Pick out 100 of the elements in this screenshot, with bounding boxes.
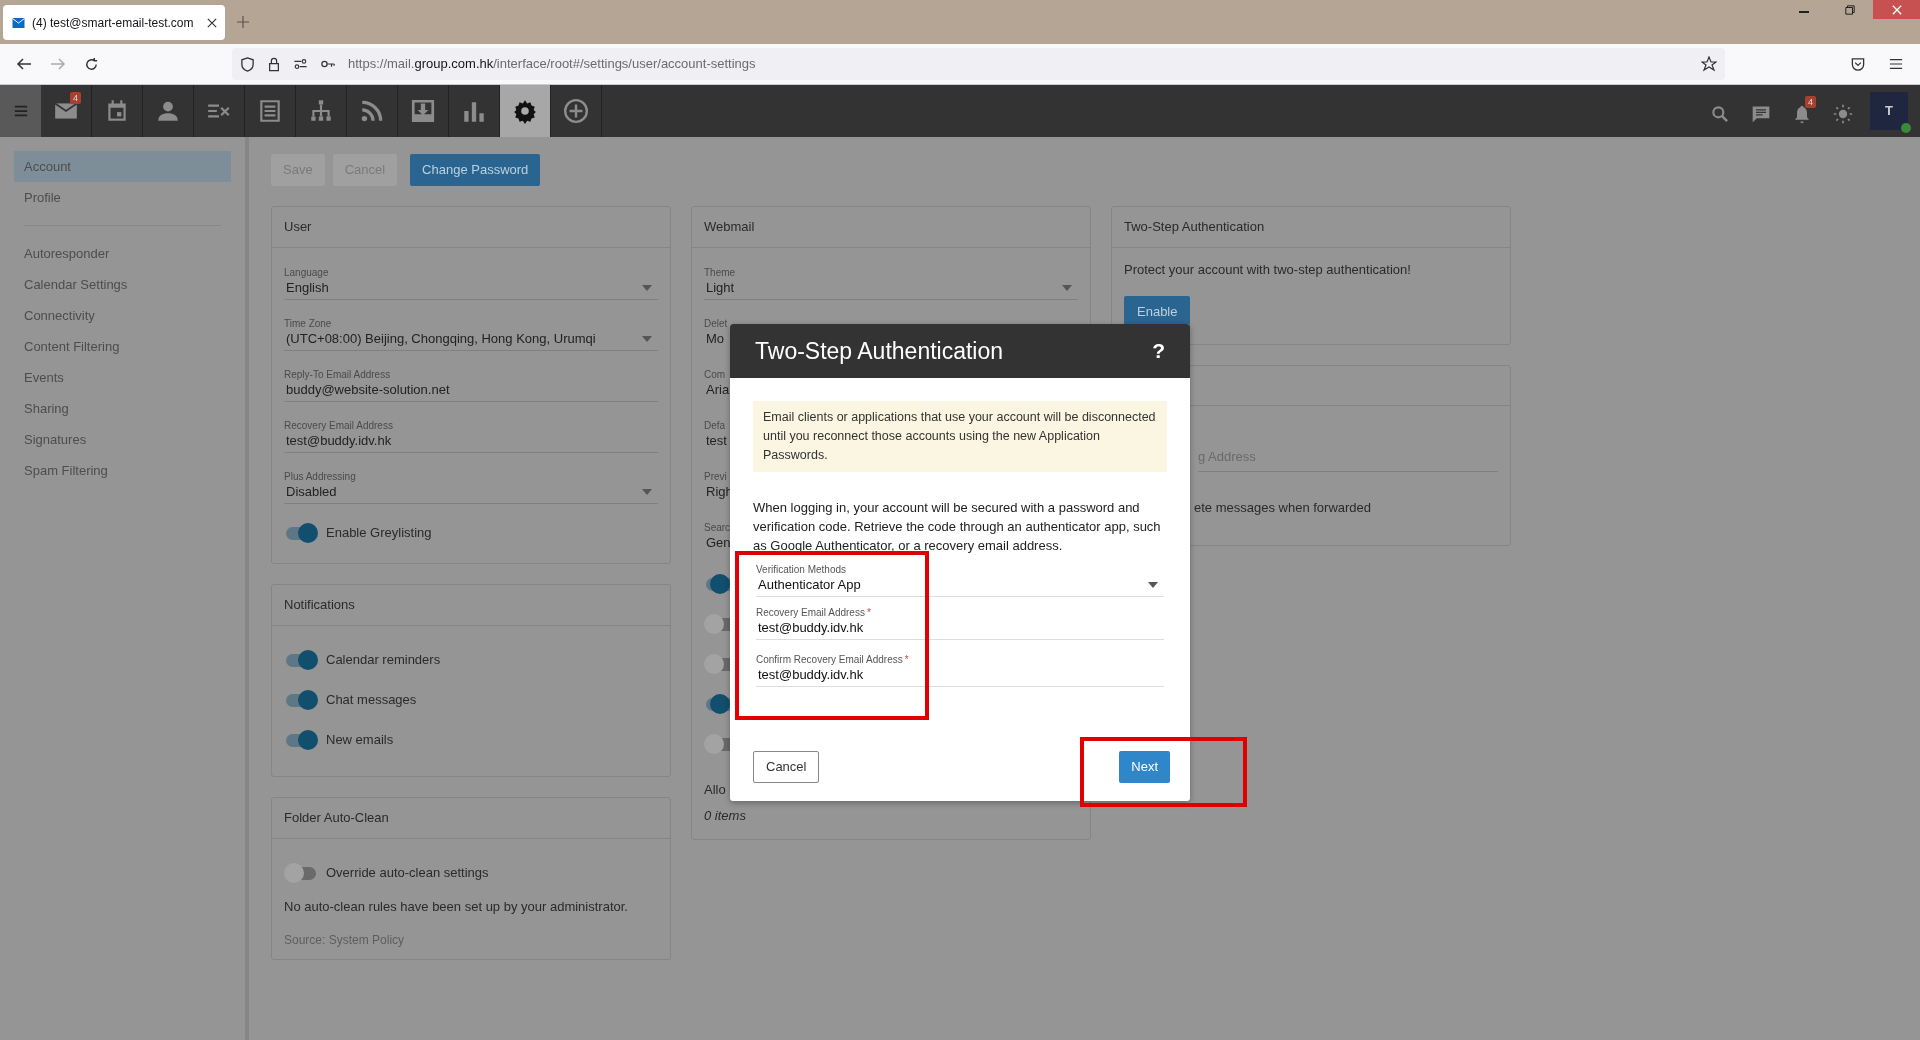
back-arrow-icon[interactable] bbox=[16, 56, 32, 72]
change-password-button[interactable]: Change Password bbox=[410, 154, 541, 186]
notification-badge: 4 bbox=[1805, 96, 1816, 108]
field-label: Confirm Recovery Email Address * bbox=[756, 653, 910, 666]
dropdown-field[interactable]: Verification Methods Authenticator App bbox=[756, 563, 1164, 597]
sidebar-item[interactable]: Autoresponder bbox=[14, 238, 231, 269]
search-icon bbox=[1710, 104, 1730, 124]
field-value: Disabled bbox=[285, 483, 337, 501]
field-value: Light bbox=[705, 279, 735, 297]
dialog-title: Two-Step Authentication bbox=[755, 336, 1004, 366]
toggle-switch[interactable] bbox=[704, 654, 730, 674]
field-label: Searc bbox=[704, 521, 731, 534]
toggle-label: Chat messages bbox=[326, 691, 417, 710]
toggle-label: Override auto-clean settings bbox=[326, 864, 489, 883]
sidebar-item[interactable]: Profile bbox=[14, 182, 231, 213]
field-label: Previ bbox=[704, 470, 727, 483]
dropdown-field[interactable]: Theme Light bbox=[704, 266, 1078, 300]
required-mark: * bbox=[904, 654, 909, 665]
toggle-switch[interactable] bbox=[284, 863, 318, 883]
toggle-label: New emails bbox=[326, 731, 394, 750]
hierarchy-icon bbox=[308, 98, 334, 124]
dropdown-field[interactable]: Plus Addressing Disabled bbox=[284, 470, 658, 504]
avatar-initial: T bbox=[1885, 102, 1893, 121]
address-bar[interactable]: https://mail.group.com.hk/interface/root#/settings/user/account-settings bbox=[232, 48, 1725, 80]
description-text: When logging in, your account will be secured with a password and verification code. Retrieve the code through an authenticator app, such as Google Authenticator, or a recovery email address. bbox=[753, 499, 1162, 555]
restore-icon bbox=[1845, 5, 1855, 15]
input-field[interactable]: Recovery Email Address * test@buddy.idv.hk bbox=[756, 606, 1164, 640]
description-text: Protect your account with two-step authentication! bbox=[1124, 261, 1412, 279]
field-label: Recovery Email Address * bbox=[756, 606, 872, 619]
notifications-button[interactable]: 4 bbox=[1788, 96, 1816, 126]
notification-badge: 4 bbox=[70, 92, 81, 104]
field-value: test@buddy.idv.hk bbox=[757, 619, 864, 637]
browser-tab[interactable]: (4) test@smart-email-test.com bbox=[3, 5, 225, 40]
toggle-switch[interactable] bbox=[704, 614, 730, 634]
close-icon[interactable] bbox=[207, 17, 217, 28]
field-label: Time Zone bbox=[284, 317, 333, 330]
dropdown-arrow-icon bbox=[642, 285, 652, 291]
reload-icon[interactable] bbox=[84, 56, 99, 72]
field-label: Recovery Email Address bbox=[284, 419, 394, 432]
toggle-switch[interactable] bbox=[284, 523, 318, 543]
field-value: Mo bbox=[705, 330, 725, 348]
toggle-switch[interactable] bbox=[704, 574, 730, 594]
input-field[interactable]: Confirm Recovery Email Address * test@buddy.idv.hk bbox=[756, 653, 1164, 687]
field-label: Language bbox=[284, 266, 330, 279]
dropdown-field[interactable]: Language English bbox=[284, 266, 658, 300]
card-title: Two-Step Authentication bbox=[1124, 218, 1265, 237]
toggle-label: ete messages when forwarded bbox=[1194, 498, 1373, 517]
field-label: Reply-To Email Address bbox=[284, 368, 392, 381]
card-title: Folder Auto-Clean bbox=[284, 809, 389, 828]
dropdown-arrow-icon bbox=[642, 336, 652, 342]
help-button[interactable]: ? bbox=[1152, 335, 1165, 367]
item-count: 0 items bbox=[704, 806, 746, 825]
close-window-button[interactable] bbox=[1873, 0, 1920, 19]
toggle-switch[interactable] bbox=[284, 650, 318, 670]
field-label: Com bbox=[704, 368, 726, 381]
sidebar-item[interactable]: Events bbox=[14, 362, 231, 393]
field-value: test bbox=[705, 432, 727, 450]
sidebar-item[interactable]: Account bbox=[14, 151, 231, 182]
toggle-label: Calendar reminders bbox=[326, 651, 441, 670]
plus-circle-icon bbox=[563, 98, 589, 124]
toggle-switch[interactable] bbox=[704, 694, 730, 714]
close-icon bbox=[1891, 4, 1902, 15]
user-avatar[interactable]: T bbox=[1870, 92, 1908, 130]
toggle-label: Enable Greylisting bbox=[326, 524, 432, 543]
field-value: Authenticator App bbox=[757, 576, 861, 594]
notice-box: Email clients or applications that use your account will be disconnected until you reconnect those accounts using the new Application Passwords. bbox=[753, 401, 1167, 472]
cancel-button[interactable]: Cancel bbox=[753, 751, 820, 783]
field-label: Plus Addressing bbox=[284, 470, 357, 483]
envelope-icon bbox=[11, 16, 26, 29]
field-value: test@buddy.idv.hk bbox=[757, 666, 864, 684]
field-label: Theme bbox=[704, 266, 737, 279]
dropdown-arrow-icon bbox=[1062, 285, 1072, 291]
sidebar-item[interactable]: Calendar Settings bbox=[14, 269, 231, 300]
pocket-icon[interactable] bbox=[1850, 56, 1866, 72]
info-text: No auto-clean rules have been set up by your administrator. bbox=[284, 898, 629, 916]
toggle-switch[interactable] bbox=[284, 690, 318, 710]
input-field[interactable]: Recovery Email Address test@buddy.idv.hk bbox=[284, 419, 658, 453]
star-icon[interactable] bbox=[1701, 56, 1717, 72]
sidebar-item[interactable]: Connectivity bbox=[14, 300, 231, 331]
field-value: (UTC+08:00) Beijing, Chongqing, Hong Kong, Urumqi bbox=[285, 330, 596, 348]
toggle-switch[interactable] bbox=[284, 730, 318, 750]
download-box-icon bbox=[410, 98, 436, 124]
toggle-switch[interactable] bbox=[704, 734, 730, 754]
next-button[interactable]: Next bbox=[1119, 751, 1170, 783]
input-field[interactable]: Reply-To Email Address buddy@website-solution.net bbox=[284, 368, 658, 402]
document-icon bbox=[257, 98, 283, 124]
sidebar-item[interactable]: Signatures bbox=[14, 424, 231, 455]
dropdown-field[interactable]: Time Zone (UTC+08:00) Beijing, Chongqing, Hong Kong, Urumqi bbox=[284, 317, 658, 351]
plus-icon bbox=[237, 16, 249, 28]
forward-arrow-icon[interactable] bbox=[50, 56, 66, 72]
field-label: Delet bbox=[704, 317, 728, 330]
card-title: User bbox=[284, 218, 312, 237]
app-nav-tab[interactable] bbox=[500, 85, 551, 137]
field-value: Gen bbox=[705, 534, 731, 552]
rss-icon bbox=[359, 98, 385, 124]
sidebar-item[interactable]: Content Filtering bbox=[14, 331, 231, 362]
menu-icon bbox=[12, 104, 29, 118]
sidebar-item[interactable]: Spam Filtering bbox=[14, 455, 231, 486]
sidebar-item[interactable]: Sharing bbox=[14, 393, 231, 424]
menu-icon[interactable] bbox=[1888, 57, 1904, 71]
